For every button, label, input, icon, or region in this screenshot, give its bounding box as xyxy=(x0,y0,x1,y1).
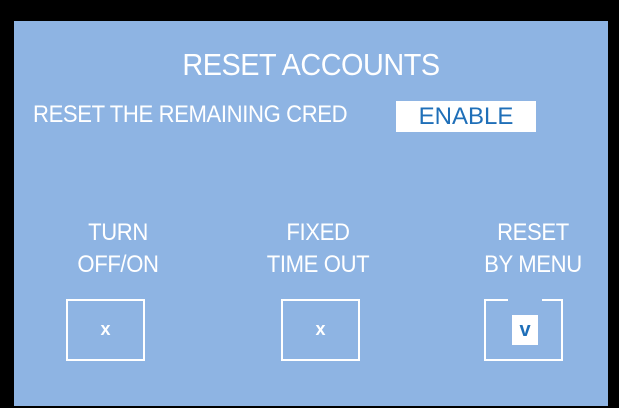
option-label-line: OFF/ON xyxy=(77,251,159,278)
option-reset-by-menu-label: RESET BY MENU xyxy=(453,217,613,281)
option-label-line: FIXED xyxy=(286,219,350,246)
turn-off-on-checkbox[interactable]: x xyxy=(66,299,145,361)
option-label-line: TURN xyxy=(88,219,148,246)
reset-by-menu-checkbox[interactable]: v xyxy=(484,297,563,361)
option-label-line: TIME OUT xyxy=(266,251,370,278)
option-turn-off-on-label: TURN OFF/ON xyxy=(38,217,198,281)
reset-remaining-credit-label: RESET THE REMAINING CRED xyxy=(33,101,348,128)
option-fixed-time-out-label: FIXED TIME OUT xyxy=(238,217,398,281)
option-label-line: RESET xyxy=(497,219,569,246)
checkbox-mark: x xyxy=(315,319,326,339)
checkbox-border-notch xyxy=(508,297,542,303)
reset-remaining-credit-value-button[interactable]: ENABLE xyxy=(396,101,536,132)
display-frame: RESET ACCOUNTS RESET THE REMAINING CRED … xyxy=(0,0,619,408)
checkbox-mark: x xyxy=(100,319,111,339)
option-label-line: BY MENU xyxy=(484,251,582,278)
fixed-time-out-checkbox[interactable]: x xyxy=(281,299,360,361)
page-title: RESET ACCOUNTS xyxy=(182,47,440,82)
reset-accounts-screen: RESET ACCOUNTS RESET THE REMAINING CRED … xyxy=(14,21,608,406)
checkbox-mark: v xyxy=(512,315,538,345)
